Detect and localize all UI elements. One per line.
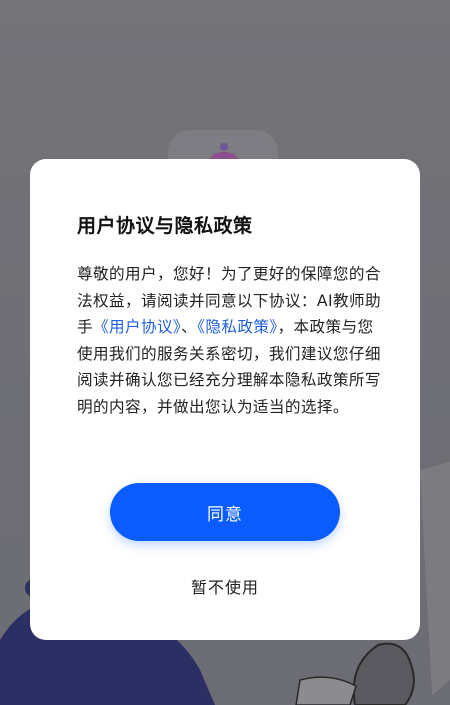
screen: 用户协议与隐私政策 尊敬的用户，您好！为了更好的保障您的合法权益，请阅读并同意以… (0, 0, 450, 705)
dialog-title: 用户协议与隐私政策 (77, 215, 253, 237)
privacy-policy-link[interactable]: 《隐私政策》 (197, 318, 277, 336)
user-agreement-link[interactable]: 《用户协议》 (93, 318, 181, 336)
decline-button[interactable]: 暂不使用 (145, 569, 305, 603)
link-separator: 、 (181, 318, 198, 336)
agree-button[interactable]: 同意 (110, 483, 340, 541)
dialog-body: 尊敬的用户，您好！为了更好的保障您的合法权益，请阅读并同意以下协议：AI教师助手… (77, 261, 385, 420)
privacy-dialog: 用户协议与隐私政策 尊敬的用户，您好！为了更好的保障您的合法权益，请阅读并同意以… (30, 159, 420, 640)
